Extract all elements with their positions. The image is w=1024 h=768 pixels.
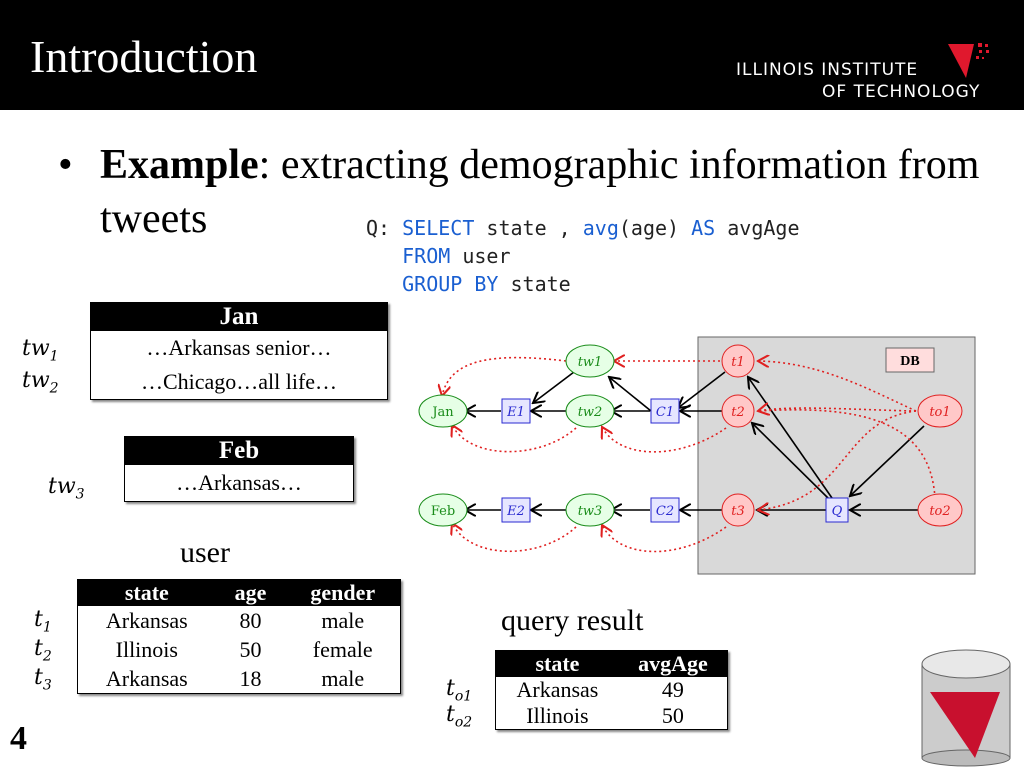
provenance-diagram: DB Jan Feb tw1 tw2 tw3 E1 E2 C1 C2 Q t1 …: [418, 336, 1011, 767]
db-label: DB: [900, 354, 919, 369]
node-c2: C2: [650, 497, 680, 523]
svg-text:tw2: tw2: [578, 405, 603, 420]
node-e2: E2: [501, 497, 531, 523]
svg-text:to2: to2: [929, 504, 950, 519]
svg-text:tw1: tw1: [578, 355, 603, 370]
node-tw2: tw2: [565, 394, 615, 428]
node-c1: C1: [650, 398, 680, 424]
node-q: Q: [825, 497, 849, 523]
node-tw3: tw3: [565, 493, 615, 527]
svg-text:t3: t3: [731, 504, 745, 519]
node-to2: to2: [917, 493, 963, 527]
database-icon: [921, 649, 1011, 767]
svg-text:tw3: tw3: [578, 504, 603, 519]
page-number: 4: [10, 720, 27, 757]
svg-text:C2: C2: [656, 504, 674, 519]
svg-text:E2: E2: [506, 504, 525, 519]
svg-text:Jan: Jan: [430, 405, 454, 420]
node-t2: t2: [721, 394, 755, 428]
svg-text:t2: t2: [731, 405, 745, 420]
node-e1: E1: [501, 398, 531, 424]
node-tw1: tw1: [565, 344, 615, 378]
node-t1: t1: [721, 344, 755, 378]
svg-text:E1: E1: [506, 405, 525, 420]
svg-text:t1: t1: [731, 355, 745, 370]
node-t3: t3: [721, 493, 755, 527]
node-jan: Jan: [418, 394, 468, 428]
svg-text:to1: to1: [929, 405, 950, 420]
svg-text:Q: Q: [832, 504, 843, 519]
node-to1: to1: [917, 394, 963, 428]
svg-text:Feb: Feb: [431, 504, 455, 519]
svg-text:C1: C1: [656, 405, 674, 420]
node-feb: Feb: [418, 493, 468, 527]
